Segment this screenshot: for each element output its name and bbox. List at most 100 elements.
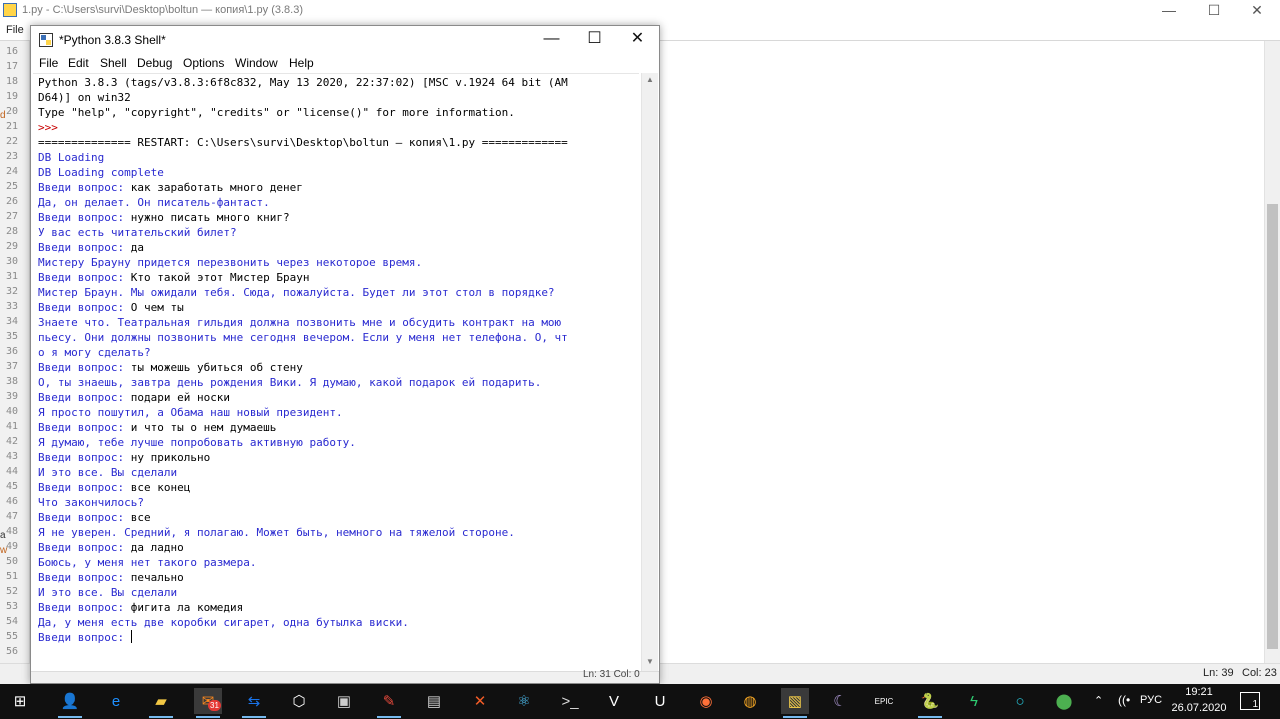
shell-line: о я могу сделать? [38,345,639,360]
output-text: Боюсь, у меня нет такого размера. [38,556,257,569]
shell-line: Введи вопрос: ты можешь убиться об стену [38,360,639,375]
shell-titlebar[interactable]: *Python 3.8.3 Shell* — ☐ ✕ [31,26,659,53]
folder-icon[interactable]: ▰ [147,688,175,714]
menu-help[interactable]: Help [289,56,314,70]
output-text: Знаете что. Театральная гильдия должна п… [38,316,562,329]
editor-titlebar[interactable]: 1.py - C:\Users\survi\Desktop\boltun — к… [0,0,1280,22]
clock-time[interactable]: 19:21 [1176,686,1222,698]
menu-debug[interactable]: Debug [137,56,172,70]
line-number: 36 [5,346,18,357]
running-indicator [149,716,173,718]
shell-menubar: File Edit Shell Debug Options Window Hel… [31,53,659,73]
start-icon[interactable]: ⊞ [6,688,34,714]
shell-line: D64)] on win32 [38,90,639,105]
line-number: 50 [5,556,18,567]
menu-options[interactable]: Options [183,56,224,70]
prompt-text: Введи вопрос: [38,361,131,374]
user-icon[interactable]: 👤 [56,688,84,714]
output-text: У вас есть читательский билет? [38,226,237,239]
x-app-icon[interactable]: ✕ [466,688,494,714]
shell-line: Введи вопрос: Кто такой этот Мистер Брау… [38,270,639,285]
unreal-icon[interactable]: U [646,688,674,714]
editor-maximize-button[interactable]: ☐ [1191,0,1237,22]
tray-expand-icon[interactable]: ⌃ [1094,694,1103,707]
shell-statusbar: Ln: 31 Col: 0 [31,669,659,683]
line-number: 25 [5,181,18,192]
epic-games-icon[interactable]: EPIC [870,688,898,714]
shell-line: Я думаю, тебе лучше попробовать активную… [38,435,639,450]
python-file-icon [3,3,17,17]
shell-line: Боюсь, у меня нет такого размера. [38,555,639,570]
react-icon[interactable]: ⚛ [510,688,538,714]
running-indicator [377,716,401,718]
line-number: 29 [5,241,18,252]
shell-close-button[interactable]: ✕ [615,26,660,53]
menu-edit[interactable]: Edit [68,56,89,70]
snake-app-icon[interactable]: ϟ [960,688,988,714]
idle-icon[interactable]: 🐍 [916,688,944,714]
output-text: И это все. Вы сделали [38,586,178,599]
prompt-text: Введи вопрос: [38,451,131,464]
language-indicator[interactable]: РУС [1140,694,1162,706]
user-input-text: фигита ла комедия [130,601,244,614]
console-icon[interactable]: >_ [556,688,584,714]
shell-title: *Python 3.8.3 Shell* [59,33,166,47]
clock-date[interactable]: 26.07.2020 [1168,702,1230,714]
prompt-text: Введи вопрос: [38,271,131,284]
shell-text-area[interactable]: Python 3.8.3 (tags/v3.8.3:6f8c832, May 1… [33,73,639,671]
network-icon[interactable]: ((• [1118,693,1130,707]
user-input-text: ну прикольно [130,451,211,464]
shell-line: Введи вопрос: все [38,510,639,525]
terminal-icon[interactable]: ▤ [420,688,448,714]
line-number: 19 [5,91,18,102]
eclipse-icon[interactable]: ☾ [826,688,854,714]
output-text: Да, он делает. Он писатель-фантаст. [38,196,270,209]
output-text: Python 3.8.3 (tags/v3.8.3:6f8c832, May 1… [38,76,568,89]
prompt-text: Введи вопрос: [38,601,131,614]
line-number: 16 [5,46,18,57]
shell-line: О, ты знаешь, завтра день рождения Вики.… [38,375,639,390]
user-input-text: печально [130,571,184,584]
menu-file[interactable]: File [39,56,58,70]
menu-window[interactable]: Window [235,56,278,70]
shell-line: Введи вопрос: и что ты о нем думаешь [38,420,639,435]
firefox-icon[interactable]: ◉ [692,688,720,714]
shell-line: Мистер Браун. Мы ожидали тебя. Сюда, пож… [38,285,639,300]
mail-count-badge: 31 [208,700,221,711]
cube-icon[interactable]: ⬡ [285,688,313,714]
shell-scrollbar[interactable]: ▲ ▼ [641,73,658,671]
editor-menu-file[interactable]: File [6,24,24,36]
output-text: И это все. Вы сделали [38,466,178,479]
user-input-text: ты можешь убиться об стену [130,361,303,374]
editor-close-button[interactable]: ✕ [1234,0,1280,22]
scroll-down-icon[interactable]: ▼ [646,657,654,666]
ring-icon[interactable]: ○ [1006,688,1034,714]
shell-maximize-button[interactable]: ☐ [572,26,617,53]
planet-icon[interactable]: ◍ [736,688,764,714]
editor-scrollbar[interactable] [1264,41,1280,663]
editor-minimize-button[interactable]: — [1146,0,1192,22]
archive-icon[interactable]: ▣ [330,688,358,714]
editor-scrollbar-thumb[interactable] [1267,204,1278,649]
prompt-text: Введи вопрос: [38,391,131,404]
python-file-icon[interactable]: ▧ [781,688,809,714]
vnc-icon[interactable]: V [600,688,628,714]
edge-icon[interactable]: e [102,688,130,714]
output-text: D64)] on win32 [38,91,131,104]
notification-icon[interactable]: 1 [1240,692,1260,710]
prompt-text: Введи вопрос: [38,241,131,254]
scroll-up-icon[interactable]: ▲ [646,75,654,84]
shell-minimize-button[interactable]: — [529,26,574,53]
menu-shell[interactable]: Shell [100,56,127,70]
user-input-text: все [130,511,151,524]
teamviewer-icon[interactable]: ⇆ [240,688,268,714]
shell-line: Введи вопрос: фигита ла комедия [38,600,639,615]
line-number: 51 [5,571,18,582]
line-number: 28 [5,226,18,237]
shell-line: Введи вопрос: все конец [38,480,639,495]
editor-status-line: Ln: 39 [1203,667,1234,679]
line-number: 33 [5,301,18,312]
output-text: Мистер Браун. Мы ожидали тебя. Сюда, пож… [38,286,555,299]
map-pin-icon[interactable]: ⬤ [1050,688,1078,714]
paint-icon[interactable]: ✎ [375,688,403,714]
